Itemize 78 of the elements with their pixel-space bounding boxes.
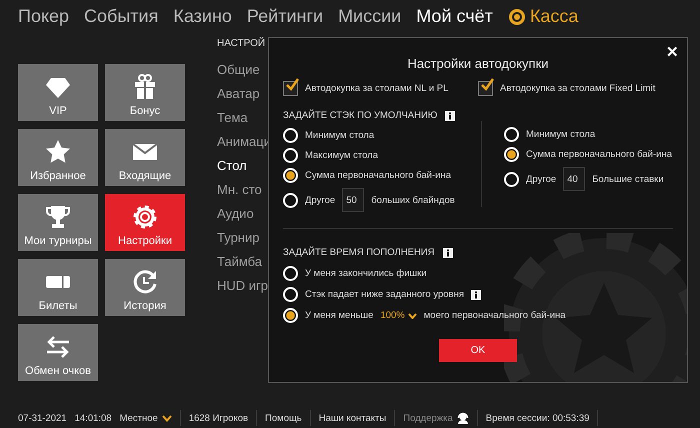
radio-button[interactable] (504, 172, 519, 186)
trophy-icon (45, 204, 71, 230)
radio-button[interactable] (283, 168, 298, 183)
cashier-link[interactable]: Касса (508, 6, 578, 27)
percent-dropdown[interactable]: 100% (380, 310, 417, 321)
section-heading: ЗАДАЙТЕ ВРЕМЯ ПОПОЛНЕНИЯ (283, 247, 434, 258)
radio-button[interactable] (283, 266, 298, 281)
menu-tile[interactable]: История (105, 259, 185, 316)
settings-menu-item[interactable]: Стол (217, 158, 265, 177)
checkbox-label: Автодокупка за столами NL и PL (305, 83, 448, 94)
radio-button[interactable] (504, 127, 519, 142)
option-label: Другое (305, 194, 336, 206)
radio-button[interactable] (283, 148, 298, 163)
gear-icon (132, 204, 158, 230)
option-label: Минимум стола (305, 130, 374, 141)
section-heading: ЗАДАЙТЕ СТЭК ПО УМОЛЧАНИЮ (283, 110, 438, 121)
option-label: больших блайндов (371, 194, 455, 206)
ok-button[interactable]: OK (439, 339, 517, 362)
chip-icon (508, 8, 526, 26)
option-label: Минимум стола (526, 129, 596, 140)
nav-tab[interactable]: События (84, 6, 158, 27)
radio-button[interactable] (504, 147, 519, 162)
menu-tile[interactable]: Входящие (105, 129, 185, 186)
nav-tab[interactable]: Миссии (338, 6, 402, 27)
settings-menu-item[interactable]: Таймба (217, 254, 265, 273)
option-label: Другое (526, 174, 556, 184)
settings-menu-item[interactable]: HUD игр (217, 278, 265, 297)
menu-tile[interactable]: Обмен очков (18, 324, 98, 381)
settings-menu-item[interactable]: Тема (217, 110, 265, 129)
option-label: У меня меньше (305, 310, 374, 321)
option-label: Сумма первоначального бай-ина (305, 170, 451, 181)
status-text: 1628 Игроков (188, 412, 248, 424)
nav-tab[interactable]: Мой счёт (416, 6, 493, 27)
footer-link[interactable]: Помощь (265, 412, 302, 424)
section-heading: НАСТРОЙ (217, 38, 265, 49)
caret-icon (162, 414, 172, 422)
status-text: 07-31-2021 (18, 412, 67, 424)
radio-button[interactable] (283, 192, 298, 208)
option-label: Максимум стола (305, 150, 378, 161)
checkbox[interactable] (478, 81, 493, 96)
settings-menu-item[interactable]: Аудио (217, 206, 265, 225)
menu-tile[interactable]: Избранное (18, 129, 98, 186)
gift-icon (132, 74, 158, 100)
settings-menu-item[interactable]: Аватар (217, 86, 265, 105)
option-label: Сумма первоначального бай-ина (526, 149, 672, 160)
option-label: моего первоначального бай-ина (424, 310, 566, 321)
number-field[interactable]: 50 (342, 188, 364, 212)
status-text: Время сессии: 00:53:39 (486, 412, 590, 424)
option-label: У меня закончились фишки (305, 268, 427, 279)
number-field[interactable]: 40 (563, 167, 586, 191)
menu-tile[interactable]: Бонус (105, 64, 185, 121)
menu-tile[interactable]: Мои турниры (18, 194, 98, 251)
radio-button[interactable] (283, 287, 298, 302)
star-icon (45, 139, 71, 165)
status-text: 14:01:08 (74, 412, 112, 424)
nav-tab[interactable]: Покер (18, 6, 70, 27)
menu-tile[interactable]: VIP (18, 64, 98, 121)
checkbox-label: Автодокупка за столами Fixed Limit (500, 83, 656, 94)
radio-button[interactable] (283, 308, 298, 323)
menu-tile[interactable]: Настройки (105, 194, 185, 251)
footer-link[interactable]: Наши контакты (318, 412, 386, 424)
exchange-arrows-icon (45, 334, 71, 360)
checkbox[interactable] (283, 81, 298, 96)
settings-menu-item[interactable]: Общие (217, 62, 265, 81)
caret-icon (408, 312, 417, 318)
dialog-title: Настройки автодокупки (406, 56, 550, 71)
menu-tile[interactable]: Билеты (18, 259, 98, 316)
clock-arrow-icon (132, 269, 158, 295)
headset-icon (456, 411, 469, 425)
nav-tab[interactable]: Рейтинги (246, 6, 324, 27)
close-button[interactable]: ✕ (666, 43, 679, 61)
option-label: Большие ставки (592, 174, 664, 184)
timezone-dropdown[interactable]: Местное (120, 412, 172, 424)
settings-menu-item[interactable]: Мн. сто (217, 182, 265, 201)
settings-menu-item[interactable]: Турнир (217, 230, 265, 249)
option-label: Стэк падает ниже заданного уровня (305, 289, 464, 300)
nav-tab[interactable]: Казино (173, 6, 232, 27)
radio-button[interactable] (283, 128, 298, 143)
